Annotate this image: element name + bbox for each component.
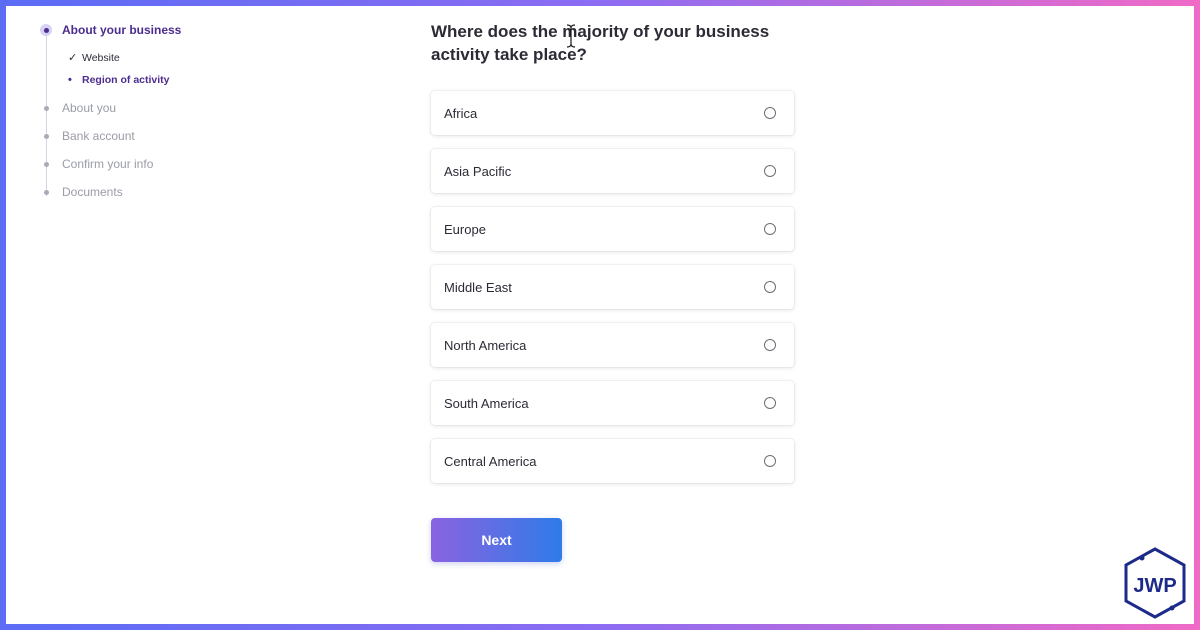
logo-lettering: JWP [1133, 575, 1176, 597]
jwp-logo-icon: JWP [1124, 547, 1186, 619]
option-label: North America [444, 337, 527, 353]
question-heading: Where does the majority of your business… [431, 22, 770, 64]
substep-label: Region of activity [82, 74, 170, 86]
bullet-icon: • [68, 74, 72, 86]
option-south-america[interactable]: South America [431, 381, 794, 425]
option-middle-east[interactable]: Middle East [431, 265, 794, 309]
app-screen: About your business ✓ Website • Region o… [6, 6, 1194, 624]
substep-label: Website [82, 51, 120, 64]
step-documents[interactable]: Documents [62, 185, 123, 199]
radio-icon[interactable] [764, 397, 776, 409]
option-asia-pacific[interactable]: Asia Pacific [431, 149, 794, 193]
option-label: Africa [444, 105, 478, 121]
option-africa[interactable]: Africa [431, 91, 794, 135]
step-label: About your business [62, 23, 182, 37]
radio-icon[interactable] [764, 107, 776, 119]
text-cursor-icon [566, 24, 576, 48]
step-dot [44, 134, 49, 139]
region-options: Africa Asia Pacific Europe Middle East N… [431, 91, 794, 497]
check-icon: ✓ [68, 52, 78, 64]
radio-icon[interactable] [764, 165, 776, 177]
step-label: Bank account [62, 129, 135, 143]
step-label: About you [62, 101, 117, 115]
active-step-indicator [40, 24, 52, 36]
step-label: Confirm your info [62, 157, 154, 171]
step-dot [44, 106, 49, 111]
step-about-you[interactable]: About you [62, 101, 116, 115]
substep-region-of-activity[interactable]: • Region of activity [68, 74, 170, 86]
step-confirm-your-info[interactable]: Confirm your info [62, 157, 153, 171]
progress-stepper: About your business ✓ Website • Region o… [6, 6, 366, 266]
option-label: Central America [444, 453, 537, 469]
radio-icon[interactable] [764, 223, 776, 235]
step-about-your-business[interactable]: About your business [62, 23, 181, 37]
step-dot [44, 162, 49, 167]
option-north-america[interactable]: North America [431, 323, 794, 367]
option-central-america[interactable]: Central America [431, 439, 794, 483]
option-europe[interactable]: Europe [431, 207, 794, 251]
option-label: South America [444, 395, 529, 411]
option-label: Asia Pacific [444, 163, 512, 179]
radio-icon[interactable] [764, 281, 776, 293]
radio-icon[interactable] [764, 339, 776, 351]
step-label: Documents [62, 185, 123, 199]
stepper-rail [46, 34, 47, 196]
step-dot [44, 190, 49, 195]
step-bank-account[interactable]: Bank account [62, 129, 135, 143]
option-label: Europe [444, 221, 486, 237]
radio-icon[interactable] [764, 455, 776, 467]
option-label: Middle East [444, 279, 512, 295]
substep-website[interactable]: ✓ Website [68, 51, 120, 65]
next-button[interactable]: Next [431, 518, 562, 562]
